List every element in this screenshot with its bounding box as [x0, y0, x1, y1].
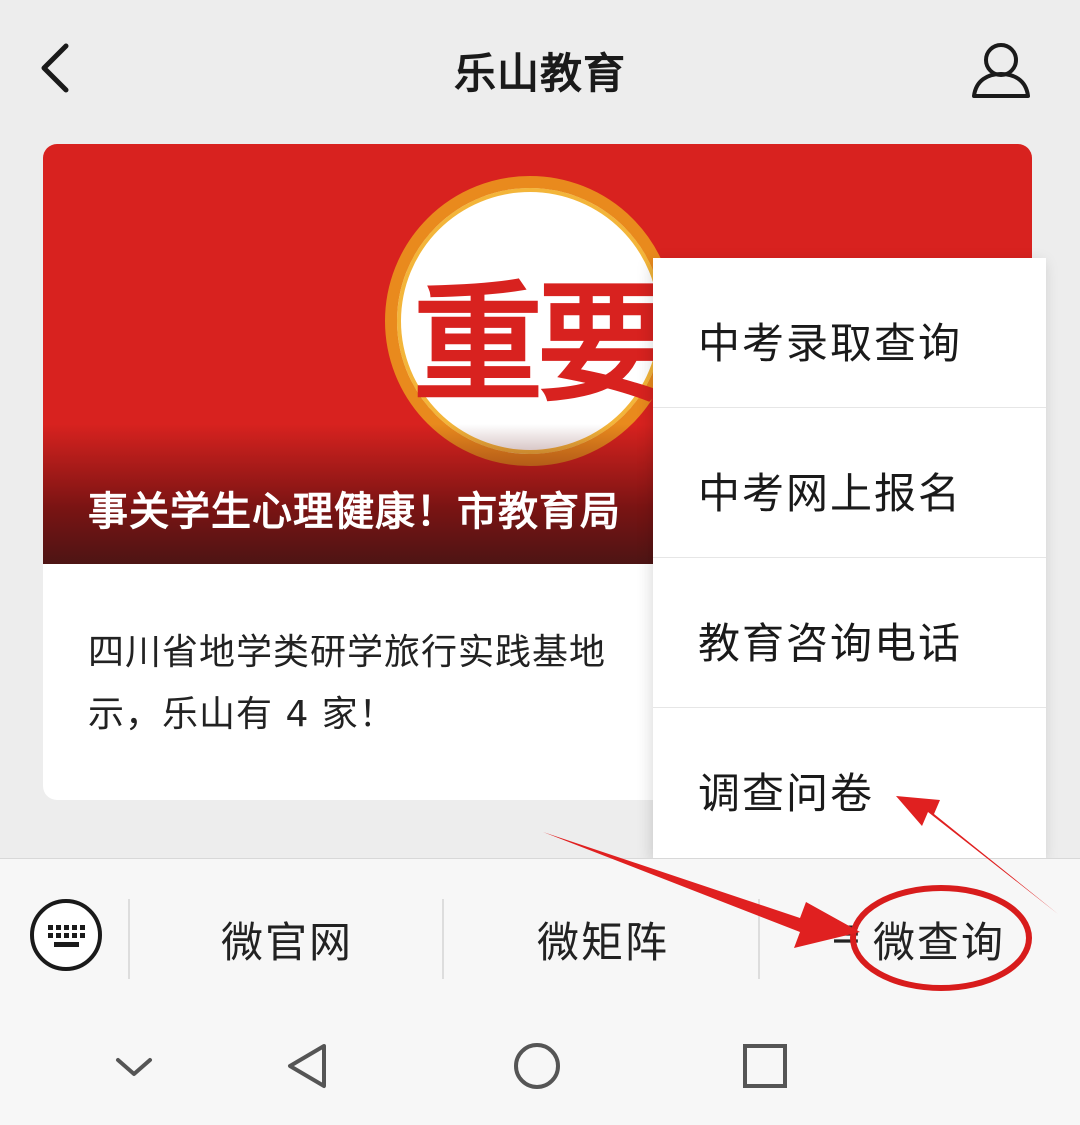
- keyboard-icon: [48, 925, 85, 947]
- top-navigation-bar: 乐山教育: [0, 0, 1080, 120]
- tab-micro-website[interactable]: 微官网: [221, 909, 353, 970]
- keyboard-toggle-button[interactable]: [30, 899, 102, 971]
- tab-divider: [442, 899, 444, 979]
- query-popup-menu: 中考录取查询 中考网上报名 教育咨询电话 调查问卷: [653, 258, 1046, 858]
- tab-divider: [758, 899, 760, 979]
- system-navigation-bar: [0, 1008, 1080, 1125]
- system-back-icon[interactable]: [278, 1036, 338, 1096]
- menu-lines-icon: ≡: [830, 911, 862, 955]
- tab-divider: [128, 899, 130, 979]
- important-badge-text: 重要: [413, 267, 667, 420]
- system-home-icon[interactable]: [507, 1036, 567, 1096]
- bottom-menu-bar: 微官网 微矩阵 ≡ 微查询: [0, 858, 1080, 1008]
- tab-micro-query[interactable]: 微查询: [873, 909, 1005, 970]
- menu-item-label: 中考录取查询: [698, 319, 963, 368]
- article-summary[interactable]: 四川省地学类研学旅行实践基地 示，乐山有 4 家！: [88, 622, 708, 746]
- page-title: 乐山教育: [453, 49, 626, 98]
- system-recents-icon[interactable]: [735, 1036, 795, 1096]
- menu-item-survey[interactable]: 调查问卷: [653, 708, 1046, 858]
- menu-item-label: 调查问卷: [698, 769, 875, 818]
- menu-item-admission-query[interactable]: 中考录取查询: [653, 258, 1046, 408]
- menu-item-consult-phone[interactable]: 教育咨询电话: [653, 558, 1046, 708]
- chevron-down-icon[interactable]: [104, 1036, 164, 1096]
- menu-item-label: 教育咨询电话: [698, 619, 963, 668]
- article-summary-line-1: 四川省地学类研学旅行实践基地: [88, 632, 607, 673]
- menu-item-online-registration[interactable]: 中考网上报名: [653, 408, 1046, 558]
- tab-micro-matrix[interactable]: 微矩阵: [537, 909, 669, 970]
- profile-icon[interactable]: [968, 38, 1034, 102]
- banner-caption: 事关学生心理健康！市教育局: [88, 489, 621, 535]
- article-summary-line-2: 示，乐山有 4 家！: [88, 694, 396, 735]
- menu-item-label: 中考网上报名: [698, 469, 963, 518]
